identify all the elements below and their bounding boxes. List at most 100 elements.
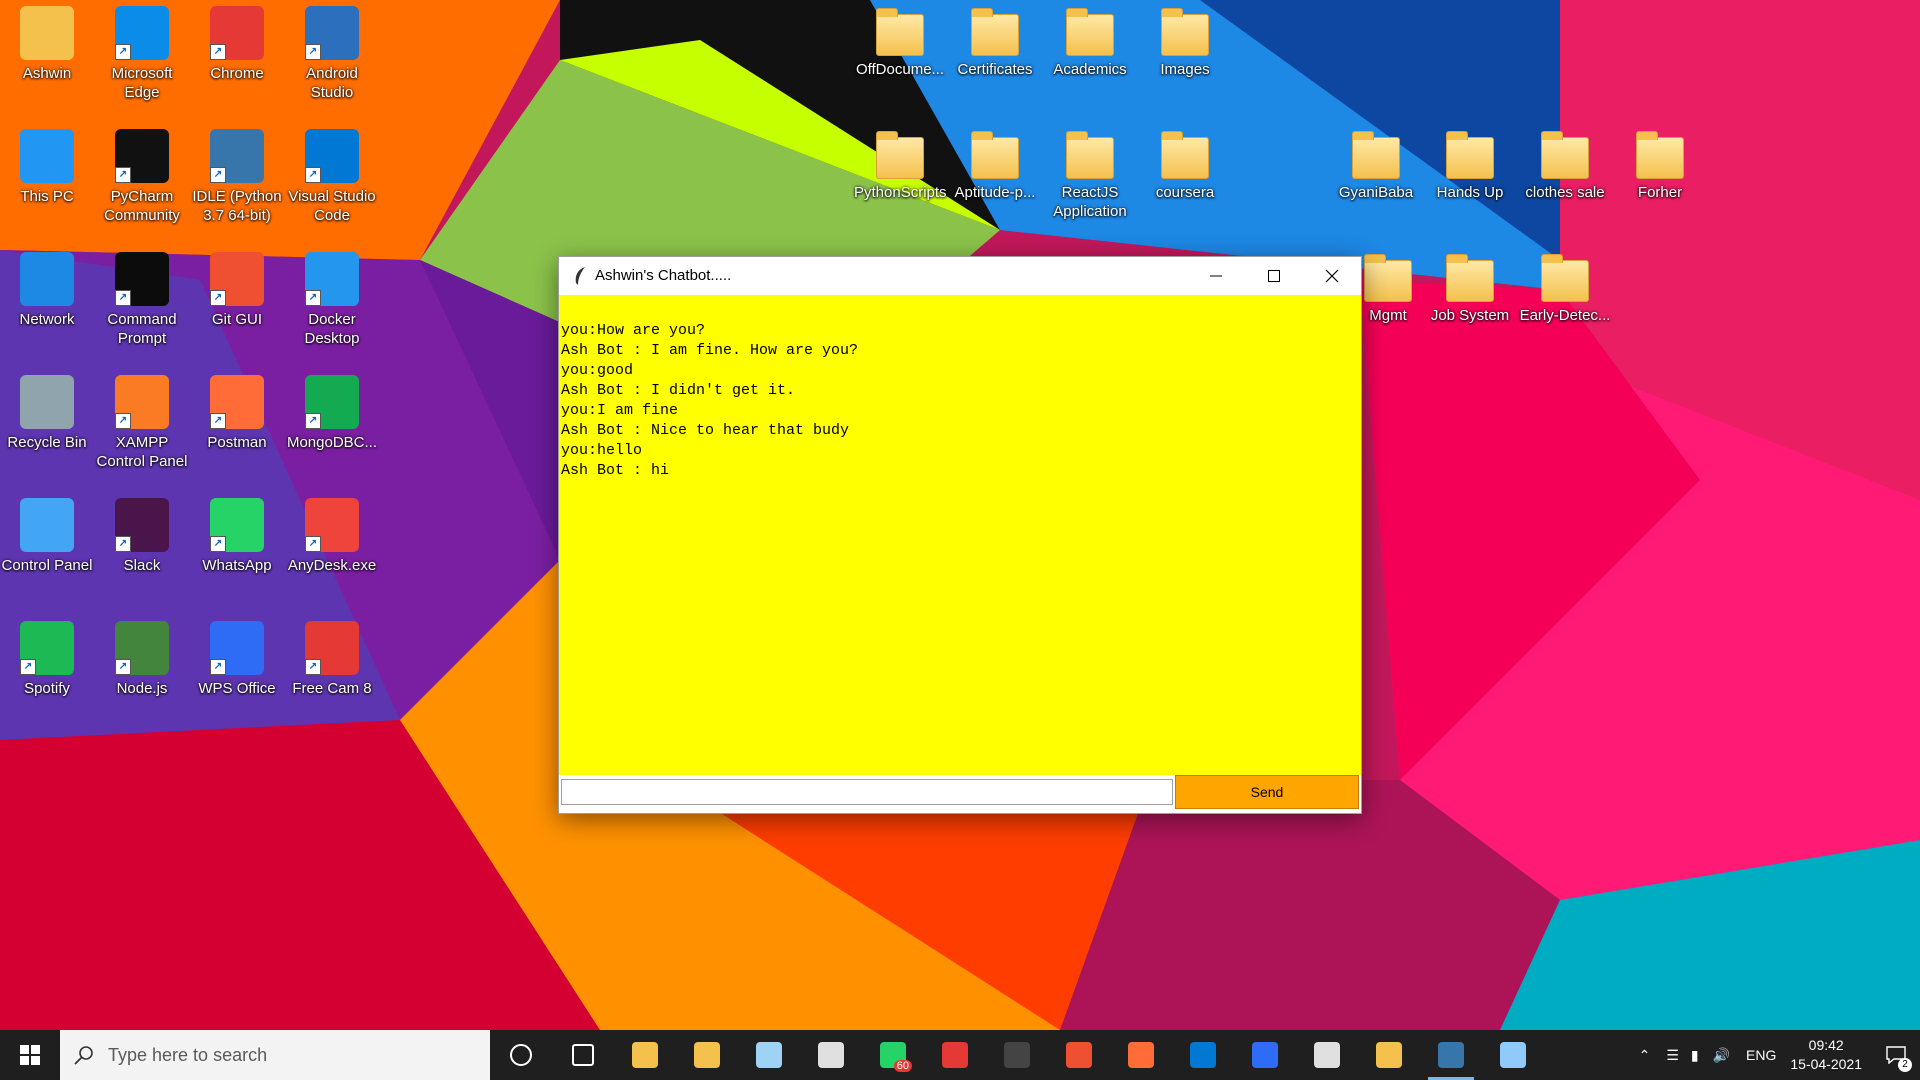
desktop-folder[interactable]: Images xyxy=(1139,0,1231,79)
desktop-icon[interactable]: ↗ WPS Office xyxy=(191,615,283,698)
desktop-icon[interactable]: ↗ Git GUI xyxy=(191,246,283,329)
taskbar-search-box[interactable]: Type here to search xyxy=(60,1030,490,1080)
desktop-icon[interactable]: ↗ Microsoft Edge xyxy=(96,0,188,102)
desktop-folder[interactable]: OffDocume... xyxy=(854,0,946,79)
desktop-icon[interactable]: ↗ Slack xyxy=(96,492,188,575)
desktop-folder[interactable]: Hands Up xyxy=(1424,123,1516,202)
folder-icon xyxy=(1352,131,1400,179)
taskbar-app-terminal[interactable] xyxy=(986,1030,1048,1080)
chat-log[interactable]: you:How are you? Ash Bot : I am fine. Ho… xyxy=(559,295,1361,775)
mongodb-icon: ↗ xyxy=(305,375,359,429)
desktop-folder[interactable]: Certificates xyxy=(949,0,1041,79)
desktop-folder[interactable]: Forher xyxy=(1614,123,1706,202)
shortcut-arrow-icon: ↗ xyxy=(115,536,131,552)
desktop-icon[interactable]: ↗ Spotify xyxy=(1,615,93,698)
computer-icon xyxy=(20,129,74,183)
desktop-icon[interactable]: ↗ PyCharm Community xyxy=(96,123,188,225)
volume-icon[interactable]: 🔊 xyxy=(1713,1047,1730,1064)
folder-icon xyxy=(1446,131,1494,179)
desktop-icon[interactable]: ↗ XAMPP Control Panel xyxy=(96,369,188,471)
desktop-icon-label: MongoDBC... xyxy=(286,434,378,451)
taskbar-app-whatsapp[interactable]: 60 xyxy=(862,1030,924,1080)
desktop-icon-label: Microsoft Edge xyxy=(111,65,173,101)
taskbar-app-notepad[interactable] xyxy=(738,1030,800,1080)
desktop-icon[interactable]: ↗ IDLE (Python 3.7 64-bit) xyxy=(191,123,283,225)
shortcut-arrow-icon: ↗ xyxy=(210,167,226,183)
shortcut-arrow-icon: ↗ xyxy=(210,659,226,675)
taskbar-app-paint[interactable] xyxy=(800,1030,862,1080)
start-button[interactable] xyxy=(0,1030,60,1080)
desktop-folder[interactable]: clothes sale xyxy=(1519,123,1611,202)
taskbar-app-cortana[interactable] xyxy=(490,1030,552,1080)
nodejs-icon: ↗ xyxy=(115,621,169,675)
desktop-folder[interactable]: GyaniBaba xyxy=(1330,123,1422,202)
show-hidden-icons-icon[interactable]: ⌃ xyxy=(1639,1047,1651,1064)
taskbar-app-task-view[interactable] xyxy=(552,1030,614,1080)
desktop-icon[interactable]: ↗ WhatsApp xyxy=(191,492,283,575)
desktop-icon[interactable]: Ashwin xyxy=(1,0,93,83)
desktop-folder[interactable]: coursera xyxy=(1139,123,1231,202)
clock-date: 15-04-2021 xyxy=(1790,1056,1862,1072)
message-input[interactable] xyxy=(561,779,1173,805)
wps-icon xyxy=(1252,1042,1278,1068)
chatbot-window[interactable]: Ashwin's Chatbot..... you:How are you? A… xyxy=(558,256,1362,814)
desktop-icon[interactable]: Control Panel xyxy=(1,492,93,575)
taskbar-app-file-explorer[interactable] xyxy=(676,1030,738,1080)
taskbar-app-folder[interactable] xyxy=(1358,1030,1420,1080)
title-bar[interactable]: Ashwin's Chatbot..... xyxy=(559,257,1361,294)
maximize-button[interactable] xyxy=(1245,257,1303,294)
desktop-icon[interactable]: ↗ Docker Desktop xyxy=(286,246,378,348)
desktop-icon-label: AnyDesk.exe xyxy=(287,557,377,574)
desktop-icon-label: Visual Studio Code xyxy=(288,188,376,224)
search-icon xyxy=(74,1046,93,1065)
desktop-folder[interactable]: Aptitude-p... xyxy=(949,123,1041,202)
minimize-button[interactable] xyxy=(1187,257,1245,294)
desktop-folder[interactable]: PythonScripts xyxy=(854,123,947,202)
folder-icon xyxy=(1364,254,1412,302)
taskbar-app-chrome[interactable] xyxy=(924,1030,986,1080)
desktop-icon-label: Certificates xyxy=(957,61,1033,78)
shortcut-arrow-icon: ↗ xyxy=(305,413,321,429)
desktop-icon[interactable]: ↗ Command Prompt xyxy=(96,246,188,348)
desktop-icon-label: OffDocume... xyxy=(855,61,945,78)
desktop-icon[interactable]: Network xyxy=(1,246,93,329)
close-button[interactable] xyxy=(1303,257,1361,294)
slack-icon: ↗ xyxy=(115,498,169,552)
language-indicator[interactable]: ENG xyxy=(1746,1047,1776,1063)
desktop-icon[interactable]: ↗ Postman xyxy=(191,369,283,452)
battery-icon[interactable]: ▮ xyxy=(1691,1047,1699,1064)
desktop-icon[interactable]: ↗ Chrome xyxy=(191,0,283,83)
desktop-icon[interactable]: ↗ Free Cam 8 xyxy=(286,615,378,698)
taskbar-app-vscode[interactable] xyxy=(1172,1030,1234,1080)
desktop-folder[interactable]: Job System xyxy=(1424,246,1516,325)
shortcut-arrow-icon: ↗ xyxy=(305,536,321,552)
taskbar-app-photos[interactable] xyxy=(1296,1030,1358,1080)
desktop-folder[interactable]: ReactJS Application xyxy=(1044,123,1136,221)
desktop-folder[interactable]: Early-Detec... xyxy=(1519,246,1611,325)
taskbar-app-postman[interactable] xyxy=(1110,1030,1172,1080)
taskbar-app-notepad-doc[interactable] xyxy=(1482,1030,1544,1080)
desktop-icon[interactable]: ↗ Android Studio xyxy=(286,0,378,102)
taskbar-app-git[interactable] xyxy=(1048,1030,1110,1080)
desktop-icon-label: This PC xyxy=(20,188,74,205)
taskbar-app-wps[interactable] xyxy=(1234,1030,1296,1080)
desktop-icon-label: ReactJS Application xyxy=(1053,184,1127,220)
desktop-folder[interactable]: Academics xyxy=(1044,0,1136,79)
desktop-icon[interactable]: Recycle Bin xyxy=(1,369,93,452)
free-cam-icon: ↗ xyxy=(305,621,359,675)
notifications-button[interactable]: 2 xyxy=(1872,1030,1920,1080)
desktop-icon[interactable]: This PC xyxy=(1,123,93,206)
desktop-icon[interactable]: ↗ Node.js xyxy=(96,615,188,698)
taskbar-app-python[interactable] xyxy=(1420,1030,1482,1080)
clock[interactable]: 09:42 15-04-2021 xyxy=(1790,1036,1862,1074)
send-button[interactable]: Send xyxy=(1175,775,1359,809)
taskbar-app-store[interactable] xyxy=(614,1030,676,1080)
vscode-icon: ↗ xyxy=(305,129,359,183)
desktop-icon-label: Slack xyxy=(123,557,161,574)
desktop-icon[interactable]: ↗ MongoDBC... xyxy=(286,369,378,452)
wifi-icon[interactable]: ☰ xyxy=(1666,1047,1679,1064)
desktop-icon[interactable]: ↗ Visual Studio Code xyxy=(286,123,378,225)
desktop-icon[interactable]: ↗ AnyDesk.exe xyxy=(286,492,378,575)
desktop-icon-label: Control Panel xyxy=(1,557,93,574)
network-icon xyxy=(20,252,74,306)
